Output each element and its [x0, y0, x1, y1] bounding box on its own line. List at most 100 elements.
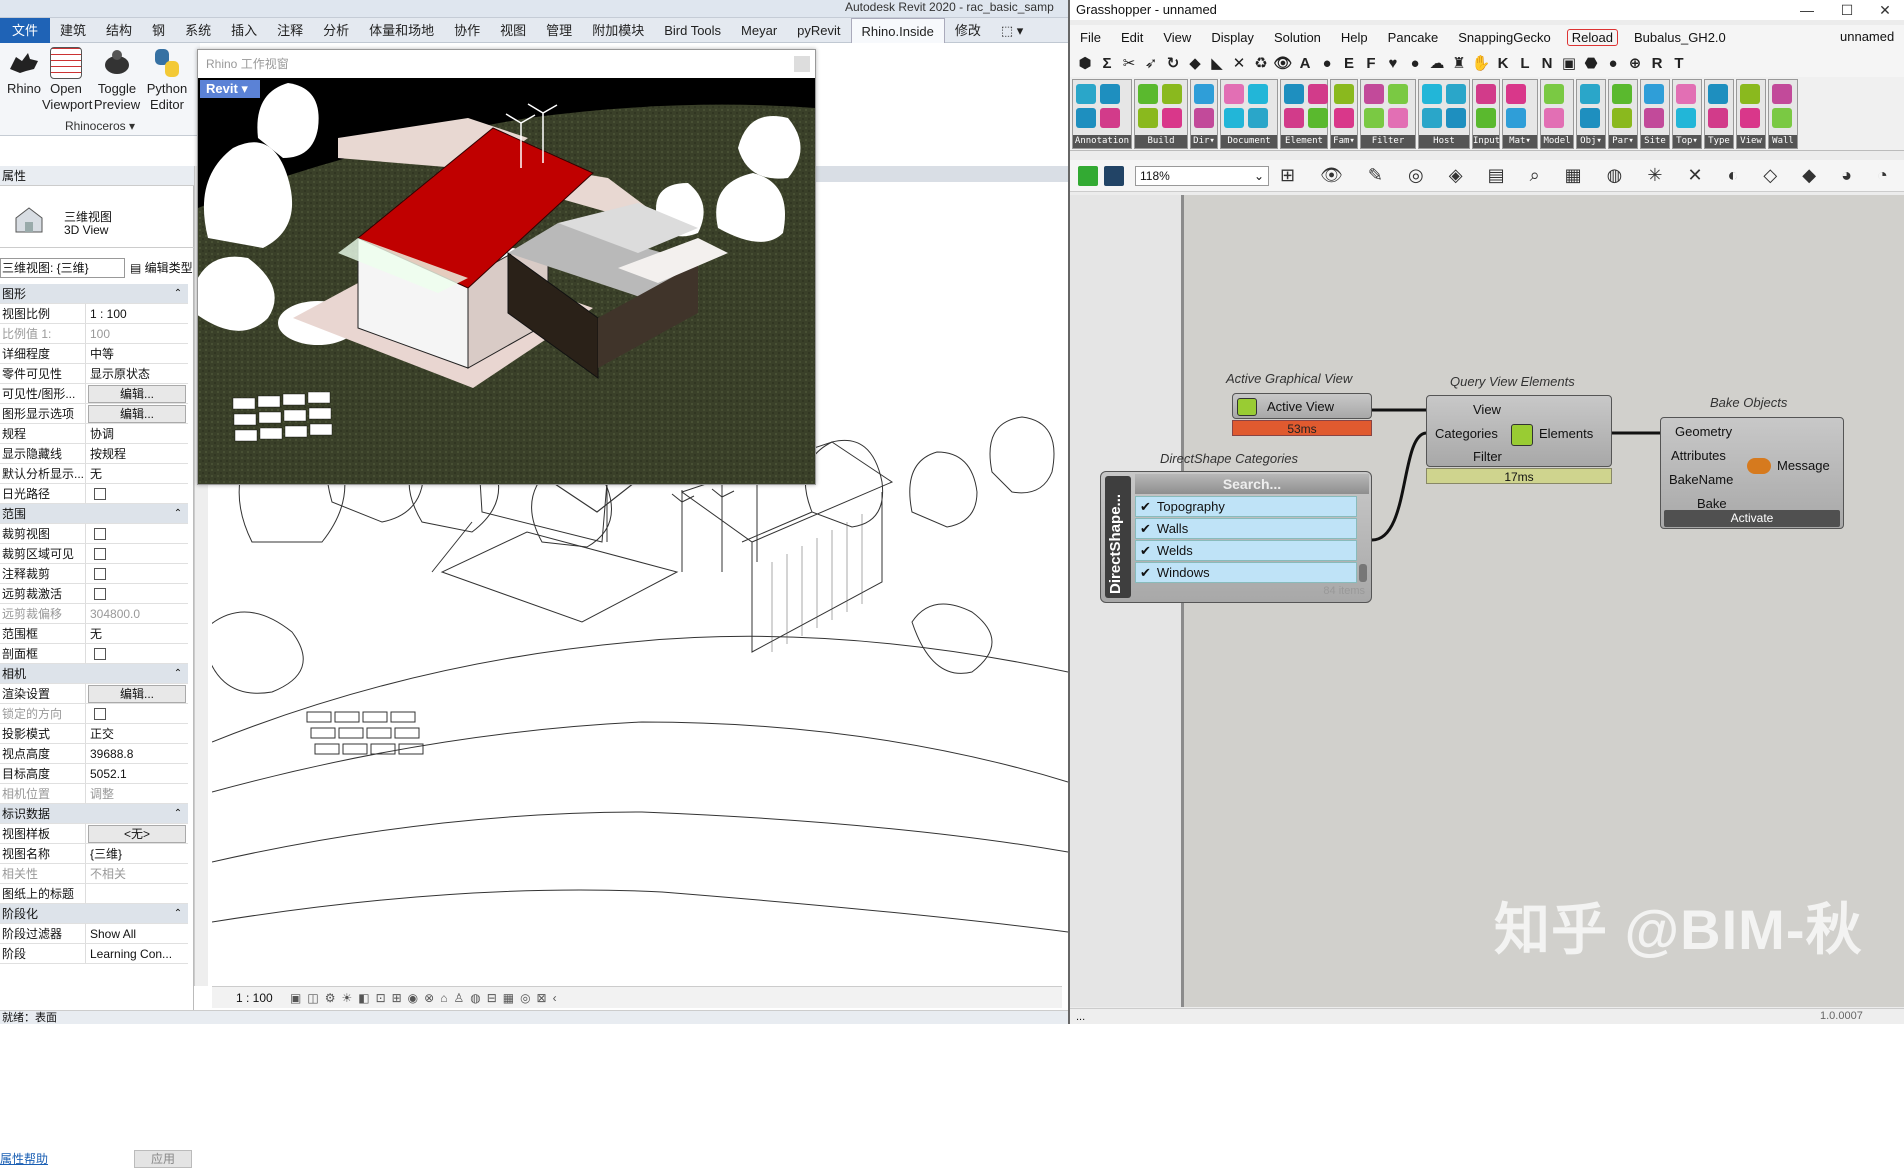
gh-tab-icon[interactable]: 👁	[1272, 54, 1294, 72]
gh-tab-icon[interactable]: A	[1294, 55, 1316, 72]
gh-menu-item[interactable]: Pancake	[1378, 30, 1449, 45]
rhino-viewport-window[interactable]: Rhino 工作视窗 Revit ▾	[188, 49, 816, 485]
gh-component-icon[interactable]	[1162, 84, 1182, 104]
property-value[interactable]: Show All	[86, 924, 188, 943]
gh-component-group[interactable]: Input	[1472, 79, 1500, 149]
gh-tab-icon[interactable]: K	[1492, 55, 1514, 72]
gh-menu-item[interactable]: View	[1153, 30, 1201, 45]
bake-input[interactable]: Bake	[1697, 496, 1727, 511]
gh-tab-icon[interactable]: ✋	[1470, 54, 1492, 72]
property-row[interactable]: 裁剪视图	[0, 524, 188, 544]
save-icon[interactable]	[1104, 166, 1124, 186]
gh-component-icon[interactable]	[1194, 108, 1214, 128]
gh-component-icon[interactable]	[1308, 108, 1328, 128]
property-value[interactable]: 正交	[86, 724, 188, 743]
gh-component-icon[interactable]	[1506, 108, 1526, 128]
gh-component-icon[interactable]	[1224, 108, 1244, 128]
property-row[interactable]: 相关性 不相关	[0, 864, 188, 884]
gh-tab-icon[interactable]: T	[1668, 55, 1690, 72]
property-value[interactable]: 协调	[86, 424, 188, 443]
gh-menu-item[interactable]: Edit	[1111, 30, 1153, 45]
message-output[interactable]: Message	[1777, 458, 1830, 473]
gh-menu-item[interactable]: File	[1070, 30, 1111, 45]
property-group-header[interactable]: 阶段化 ⌃	[0, 904, 188, 924]
property-value[interactable]: {三维}	[86, 844, 188, 863]
view-input[interactable]: View	[1473, 402, 1501, 417]
property-row[interactable]: 详细程度 中等	[0, 344, 188, 364]
collapse-icon[interactable]: ⌃	[170, 804, 186, 823]
type-selector[interactable]: 三维视图 3D View	[0, 188, 194, 248]
gh-canvas[interactable]: Active Graphical View Active View 53ms Q…	[1070, 195, 1904, 1007]
gh-tab-icon[interactable]: R	[1646, 55, 1668, 72]
gh-component-icon[interactable]	[1544, 84, 1564, 104]
gh-component-group[interactable]: Obj▾	[1576, 79, 1606, 149]
gh-component-group[interactable]: Annotation	[1072, 79, 1132, 149]
category-item[interactable]: ✔ Windows	[1135, 562, 1357, 583]
property-value[interactable]: 1 : 100	[86, 304, 188, 323]
rhino-3d-viewport[interactable]	[188, 78, 815, 485]
viewport-tab[interactable]: Revit ▾	[200, 80, 260, 98]
property-value[interactable]: 100	[86, 324, 188, 343]
gh-component-icon[interactable]	[1580, 108, 1600, 128]
property-row[interactable]: 视图比例 1 : 100	[0, 304, 188, 324]
ribbon-tab[interactable]: 视图	[490, 18, 536, 43]
category-item[interactable]: ✔ Welds	[1135, 540, 1357, 561]
ribbon-tab[interactable]: 插入	[221, 18, 267, 43]
property-value[interactable]: Learning Con...	[86, 944, 188, 963]
property-checkbox[interactable]	[94, 548, 106, 560]
property-row[interactable]: 视图样板 <无>	[0, 824, 188, 844]
property-value[interactable]: 中等	[86, 344, 188, 363]
gh-component-icon[interactable]	[1334, 84, 1354, 104]
view-control-icons[interactable]: ▣◫⚙☀◧⊡⊞◉⊗⌂♙◍⊟▦◎⊠‹	[290, 991, 563, 1005]
query-node[interactable]: View Categories Filter Elements	[1426, 395, 1612, 467]
gh-tab-icon[interactable]: ●	[1404, 55, 1426, 72]
ribbon-tab[interactable]: Bird Tools	[654, 18, 731, 43]
property-row[interactable]: 剖面框	[0, 644, 188, 664]
bakename-input[interactable]: BakeName	[1669, 472, 1733, 487]
ribbon-tab[interactable]: 建筑	[50, 18, 96, 43]
collapse-icon[interactable]: ⌃	[170, 664, 186, 683]
property-value[interactable]: 调整	[86, 784, 188, 803]
property-row[interactable]: 范围框无	[0, 624, 188, 644]
rhino-button[interactable]: Rhino	[0, 47, 48, 97]
gh-component-icon[interactable]	[1612, 84, 1632, 104]
gh-tab-icon[interactable]: E	[1338, 55, 1360, 72]
categories-scrollbar[interactable]	[1359, 564, 1367, 582]
ribbon-tab[interactable]: Meyar	[731, 18, 787, 43]
gh-component-group[interactable]: Top▾	[1672, 79, 1702, 149]
gh-component-icon[interactable]	[1248, 84, 1268, 104]
gh-component-group[interactable]: Type	[1704, 79, 1734, 149]
gh-doc-name[interactable]: unnamed	[1840, 25, 1894, 49]
ribbon-tab[interactable]: 钢	[142, 18, 175, 43]
property-row[interactable]: 视图名称 {三维}	[0, 844, 188, 864]
property-row[interactable]: 图形显示选项 编辑...	[0, 404, 188, 424]
property-button[interactable]: 编辑...	[88, 405, 186, 423]
gh-component-icon[interactable]	[1708, 84, 1728, 104]
property-value[interactable]: 39688.8	[86, 744, 188, 763]
gh-component-group[interactable]: Document	[1220, 79, 1278, 149]
gh-tab-icon[interactable]: ●	[1316, 55, 1338, 72]
view-scale[interactable]: 1 : 100	[236, 991, 273, 1005]
minimize-icon[interactable]: —	[1792, 0, 1822, 20]
property-value[interactable]: 按规程	[86, 444, 188, 463]
bake-node[interactable]: Geometry Attributes BakeName Bake Messag…	[1660, 417, 1844, 529]
ribbon-tab[interactable]: ⬚ ▾	[991, 18, 1033, 43]
property-value[interactable]	[86, 884, 188, 903]
property-row[interactable]: 投影模式 正交	[0, 724, 188, 744]
gh-component-group[interactable]: Fam▾	[1330, 79, 1358, 149]
property-checkbox[interactable]	[94, 588, 106, 600]
property-checkbox[interactable]	[94, 708, 106, 720]
gh-component-icon[interactable]	[1506, 84, 1526, 104]
gh-component-icon[interactable]	[1476, 84, 1496, 104]
instance-selector[interactable]: 三维视图: {三维}	[0, 258, 125, 278]
property-row[interactable]: 日光路径	[0, 484, 188, 504]
gh-component-group[interactable]: Mat▾	[1502, 79, 1538, 149]
gh-menu-item[interactable]: Solution	[1264, 30, 1331, 45]
gh-component-icon[interactable]	[1284, 84, 1304, 104]
gh-component-icon[interactable]	[1138, 84, 1158, 104]
view-control-bar[interactable]: 1 : 100 ▣◫⚙☀◧⊡⊞◉⊗⌂♙◍⊟▦◎⊠‹	[212, 986, 1062, 1008]
ribbon-tab[interactable]: pyRevit	[787, 18, 850, 43]
property-value[interactable]: 无	[86, 624, 188, 643]
gh-component-icon[interactable]	[1446, 108, 1466, 128]
zoom-dropdown[interactable]: 118% ⌄	[1135, 166, 1269, 186]
